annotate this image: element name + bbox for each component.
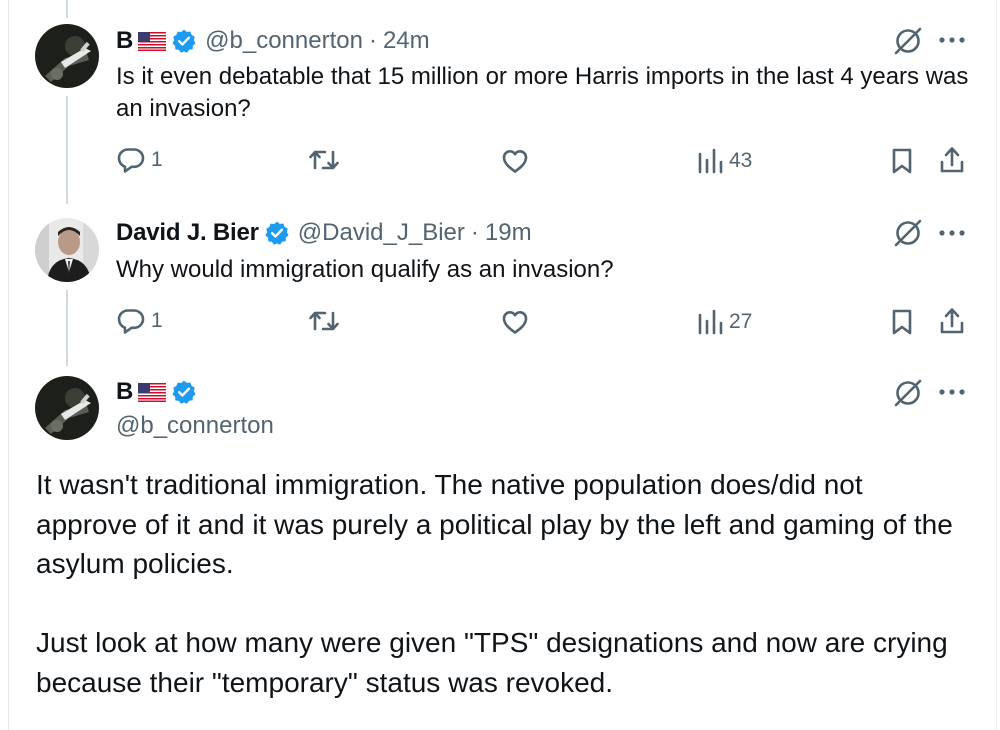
avatar[interactable] — [35, 376, 99, 440]
views-icon — [698, 309, 723, 335]
tweet-text: Why would immigration qualify as an inva… — [116, 256, 614, 283]
separator-dot: · — [368, 27, 377, 54]
author-handle[interactable]: @b_connerton — [116, 412, 274, 440]
views-button[interactable]: 43 — [697, 148, 752, 174]
verified-badge-icon — [172, 29, 196, 53]
timestamp[interactable]: 24m — [383, 27, 430, 55]
grok-icon[interactable] — [893, 218, 923, 248]
verified-badge-icon — [265, 221, 289, 245]
reply-button[interactable]: 1 — [117, 308, 163, 334]
like-button[interactable] — [501, 148, 529, 174]
thread-line — [66, 290, 68, 366]
retweet-icon — [309, 311, 339, 331]
us-flag-icon — [138, 382, 167, 402]
bookmark-icon — [892, 309, 912, 335]
right-border — [996, 0, 997, 730]
author-handle[interactable]: @David_J_Bier — [298, 219, 465, 247]
like-icon — [502, 150, 528, 173]
retweet-button[interactable] — [307, 147, 341, 173]
like-icon — [502, 311, 528, 334]
left-border — [8, 0, 9, 730]
avatar[interactable] — [35, 24, 99, 88]
views-button[interactable]: 27 — [697, 309, 752, 335]
views-icon — [698, 148, 723, 174]
share-button[interactable] — [938, 145, 966, 175]
more-icon[interactable] — [938, 36, 966, 44]
reply-count: 1 — [151, 148, 163, 171]
more-icon[interactable] — [938, 229, 966, 237]
tweet-paragraph-1: It wasn't traditional immigration. The n… — [36, 469, 953, 579]
bookmark-button[interactable] — [890, 147, 914, 175]
tweet-text: Is it even debatable that 15 million or … — [116, 63, 969, 122]
share-icon — [940, 308, 964, 334]
views-count: 27 — [729, 310, 753, 333]
avatar[interactable] — [35, 218, 99, 282]
author-name[interactable]: David J. Bier — [116, 219, 259, 247]
reply-icon — [117, 309, 145, 334]
reply-count: 1 — [151, 309, 163, 332]
tweet-paragraph-2: Just look at how many were given "TPS" d… — [36, 627, 948, 698]
views-count: 43 — [729, 149, 753, 172]
grok-icon[interactable] — [893, 26, 923, 56]
grok-icon[interactable] — [893, 378, 923, 408]
verified-badge-icon — [172, 380, 196, 404]
retweet-icon — [309, 150, 339, 170]
bookmark-icon — [892, 148, 912, 174]
author-handle[interactable]: @b_connerton — [205, 27, 363, 55]
timestamp[interactable]: 19m — [485, 219, 532, 247]
thread-line — [66, 96, 68, 204]
share-button[interactable] — [938, 306, 966, 336]
author-name[interactable]: B — [116, 378, 133, 406]
share-icon — [940, 147, 964, 173]
reply-button[interactable]: 1 — [117, 147, 163, 173]
thread-line — [66, 0, 68, 18]
bookmark-button[interactable] — [890, 308, 914, 336]
retweet-button[interactable] — [307, 308, 341, 334]
us-flag-icon — [138, 31, 167, 51]
reply-icon — [117, 148, 145, 173]
author-name[interactable]: B — [116, 27, 133, 55]
separator-dot: · — [470, 219, 479, 246]
more-icon[interactable] — [938, 388, 966, 396]
like-button[interactable] — [501, 309, 529, 335]
